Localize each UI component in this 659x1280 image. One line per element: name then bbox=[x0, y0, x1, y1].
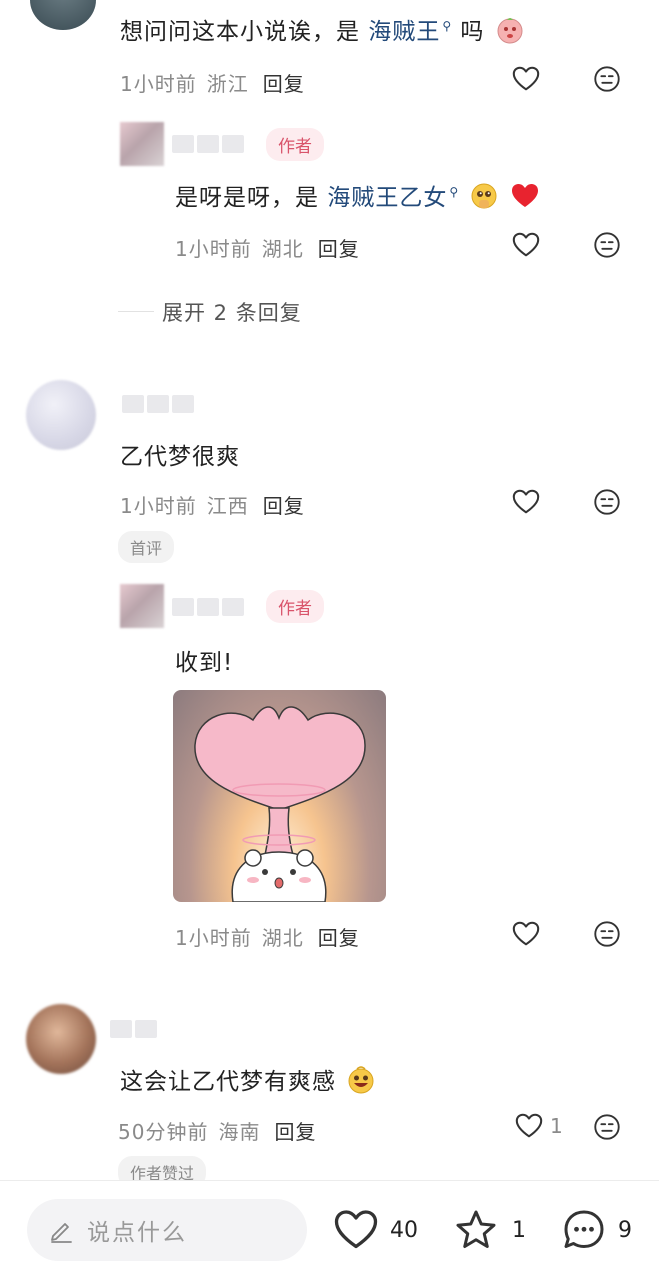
reply-button[interactable]: 回复 bbox=[263, 494, 305, 518]
input-placeholder: 说点什么 bbox=[87, 1220, 187, 1246]
comment-text: 这会让乙代梦有爽感 bbox=[120, 1062, 376, 1096]
grinning-emoji-icon bbox=[348, 1066, 374, 1094]
heart-outline-icon bbox=[514, 1111, 544, 1141]
comment-text: 想问问这本小说诶，是 海贼王 ⚲ 吗 bbox=[120, 12, 525, 46]
post-like-button[interactable]: 40 bbox=[332, 1206, 418, 1254]
like-button[interactable]: 1 bbox=[514, 1111, 564, 1141]
pleading-emoji-icon bbox=[471, 183, 497, 209]
search-magnifier-icon: ⚲ bbox=[442, 19, 453, 34]
username-blurred bbox=[172, 598, 244, 616]
star-icon bbox=[456, 1210, 496, 1248]
username-blurred bbox=[110, 1020, 157, 1038]
avatar[interactable] bbox=[26, 1004, 96, 1074]
dislike-button[interactable] bbox=[590, 228, 624, 262]
divider bbox=[118, 311, 154, 312]
comment-meta: 1小时前 浙江 回复 bbox=[120, 72, 305, 96]
dislike-button[interactable] bbox=[590, 917, 624, 951]
edit-pencil-icon bbox=[51, 1223, 72, 1243]
dislike-button[interactable] bbox=[590, 62, 624, 96]
comment-text: 是呀是呀，是 海贼王乙女 ⚲ bbox=[175, 178, 540, 212]
comment-text: 乙代梦很爽 bbox=[120, 444, 240, 470]
heart-outline-icon bbox=[511, 64, 541, 94]
heart-outline-icon bbox=[511, 919, 541, 949]
expand-replies-button[interactable]: 展开 2 条回复 bbox=[162, 297, 302, 327]
sticker-image[interactable] bbox=[173, 690, 386, 902]
dislike-face-icon bbox=[592, 1112, 622, 1142]
like-count: 1 bbox=[550, 1114, 564, 1138]
comment-bubble-icon bbox=[564, 1210, 604, 1248]
avatar[interactable] bbox=[30, 0, 96, 30]
dislike-button[interactable] bbox=[590, 1110, 624, 1144]
heart-outline-icon bbox=[332, 1206, 380, 1254]
like-button[interactable] bbox=[509, 485, 543, 519]
avatar[interactable] bbox=[26, 380, 96, 450]
like-button[interactable] bbox=[509, 228, 543, 262]
favorite-count: 1 bbox=[512, 1217, 526, 1243]
reply-button[interactable]: 回复 bbox=[318, 237, 360, 261]
reply-button[interactable]: 回复 bbox=[263, 72, 305, 96]
dislike-face-icon bbox=[592, 64, 622, 94]
avatar[interactable] bbox=[120, 584, 164, 628]
heart-outline-icon bbox=[511, 487, 541, 517]
dislike-button[interactable] bbox=[590, 485, 624, 519]
search-link[interactable]: 海贼王 ⚲ bbox=[368, 19, 452, 45]
like-button[interactable] bbox=[509, 917, 543, 951]
comment-meta: 1小时前 湖北 回复 bbox=[175, 926, 360, 950]
first-comment-badge: 首评 bbox=[118, 531, 175, 563]
author-tag: 作者 bbox=[266, 590, 324, 623]
peach-emoji-icon bbox=[497, 18, 523, 44]
heart-outline-icon bbox=[511, 230, 541, 260]
avatar[interactable] bbox=[120, 122, 164, 166]
like-count: 40 bbox=[390, 1217, 418, 1243]
search-link[interactable]: 海贼王乙女 ⚲ bbox=[327, 185, 459, 211]
like-button[interactable] bbox=[509, 62, 543, 96]
post-favorite-button[interactable]: 1 bbox=[452, 1206, 526, 1254]
comment-meta: 50分钟前 海南 回复 bbox=[118, 1120, 317, 1144]
comment-count: 9 bbox=[618, 1217, 632, 1243]
username-blurred bbox=[122, 395, 194, 413]
author-tag: 作者 bbox=[266, 128, 324, 161]
comment-input[interactable]: 说点什么 bbox=[27, 1199, 307, 1261]
search-magnifier-icon: ⚲ bbox=[449, 185, 460, 200]
comment-text: 收到! bbox=[175, 650, 234, 676]
post-comment-button[interactable]: 9 bbox=[560, 1206, 632, 1254]
dislike-face-icon bbox=[592, 919, 622, 949]
dislike-face-icon bbox=[592, 230, 622, 260]
reply-button[interactable]: 回复 bbox=[318, 926, 360, 950]
heart-mushroom-cloud-sticker-icon bbox=[194, 706, 366, 902]
comment-meta: 1小时前 江西 回复 bbox=[120, 494, 305, 518]
red-heart-icon bbox=[511, 184, 538, 207]
comment-meta: 1小时前 湖北 回复 bbox=[175, 237, 360, 261]
username-blurred bbox=[172, 135, 244, 153]
dislike-face-icon bbox=[592, 487, 622, 517]
reply-button[interactable]: 回复 bbox=[274, 1120, 316, 1144]
